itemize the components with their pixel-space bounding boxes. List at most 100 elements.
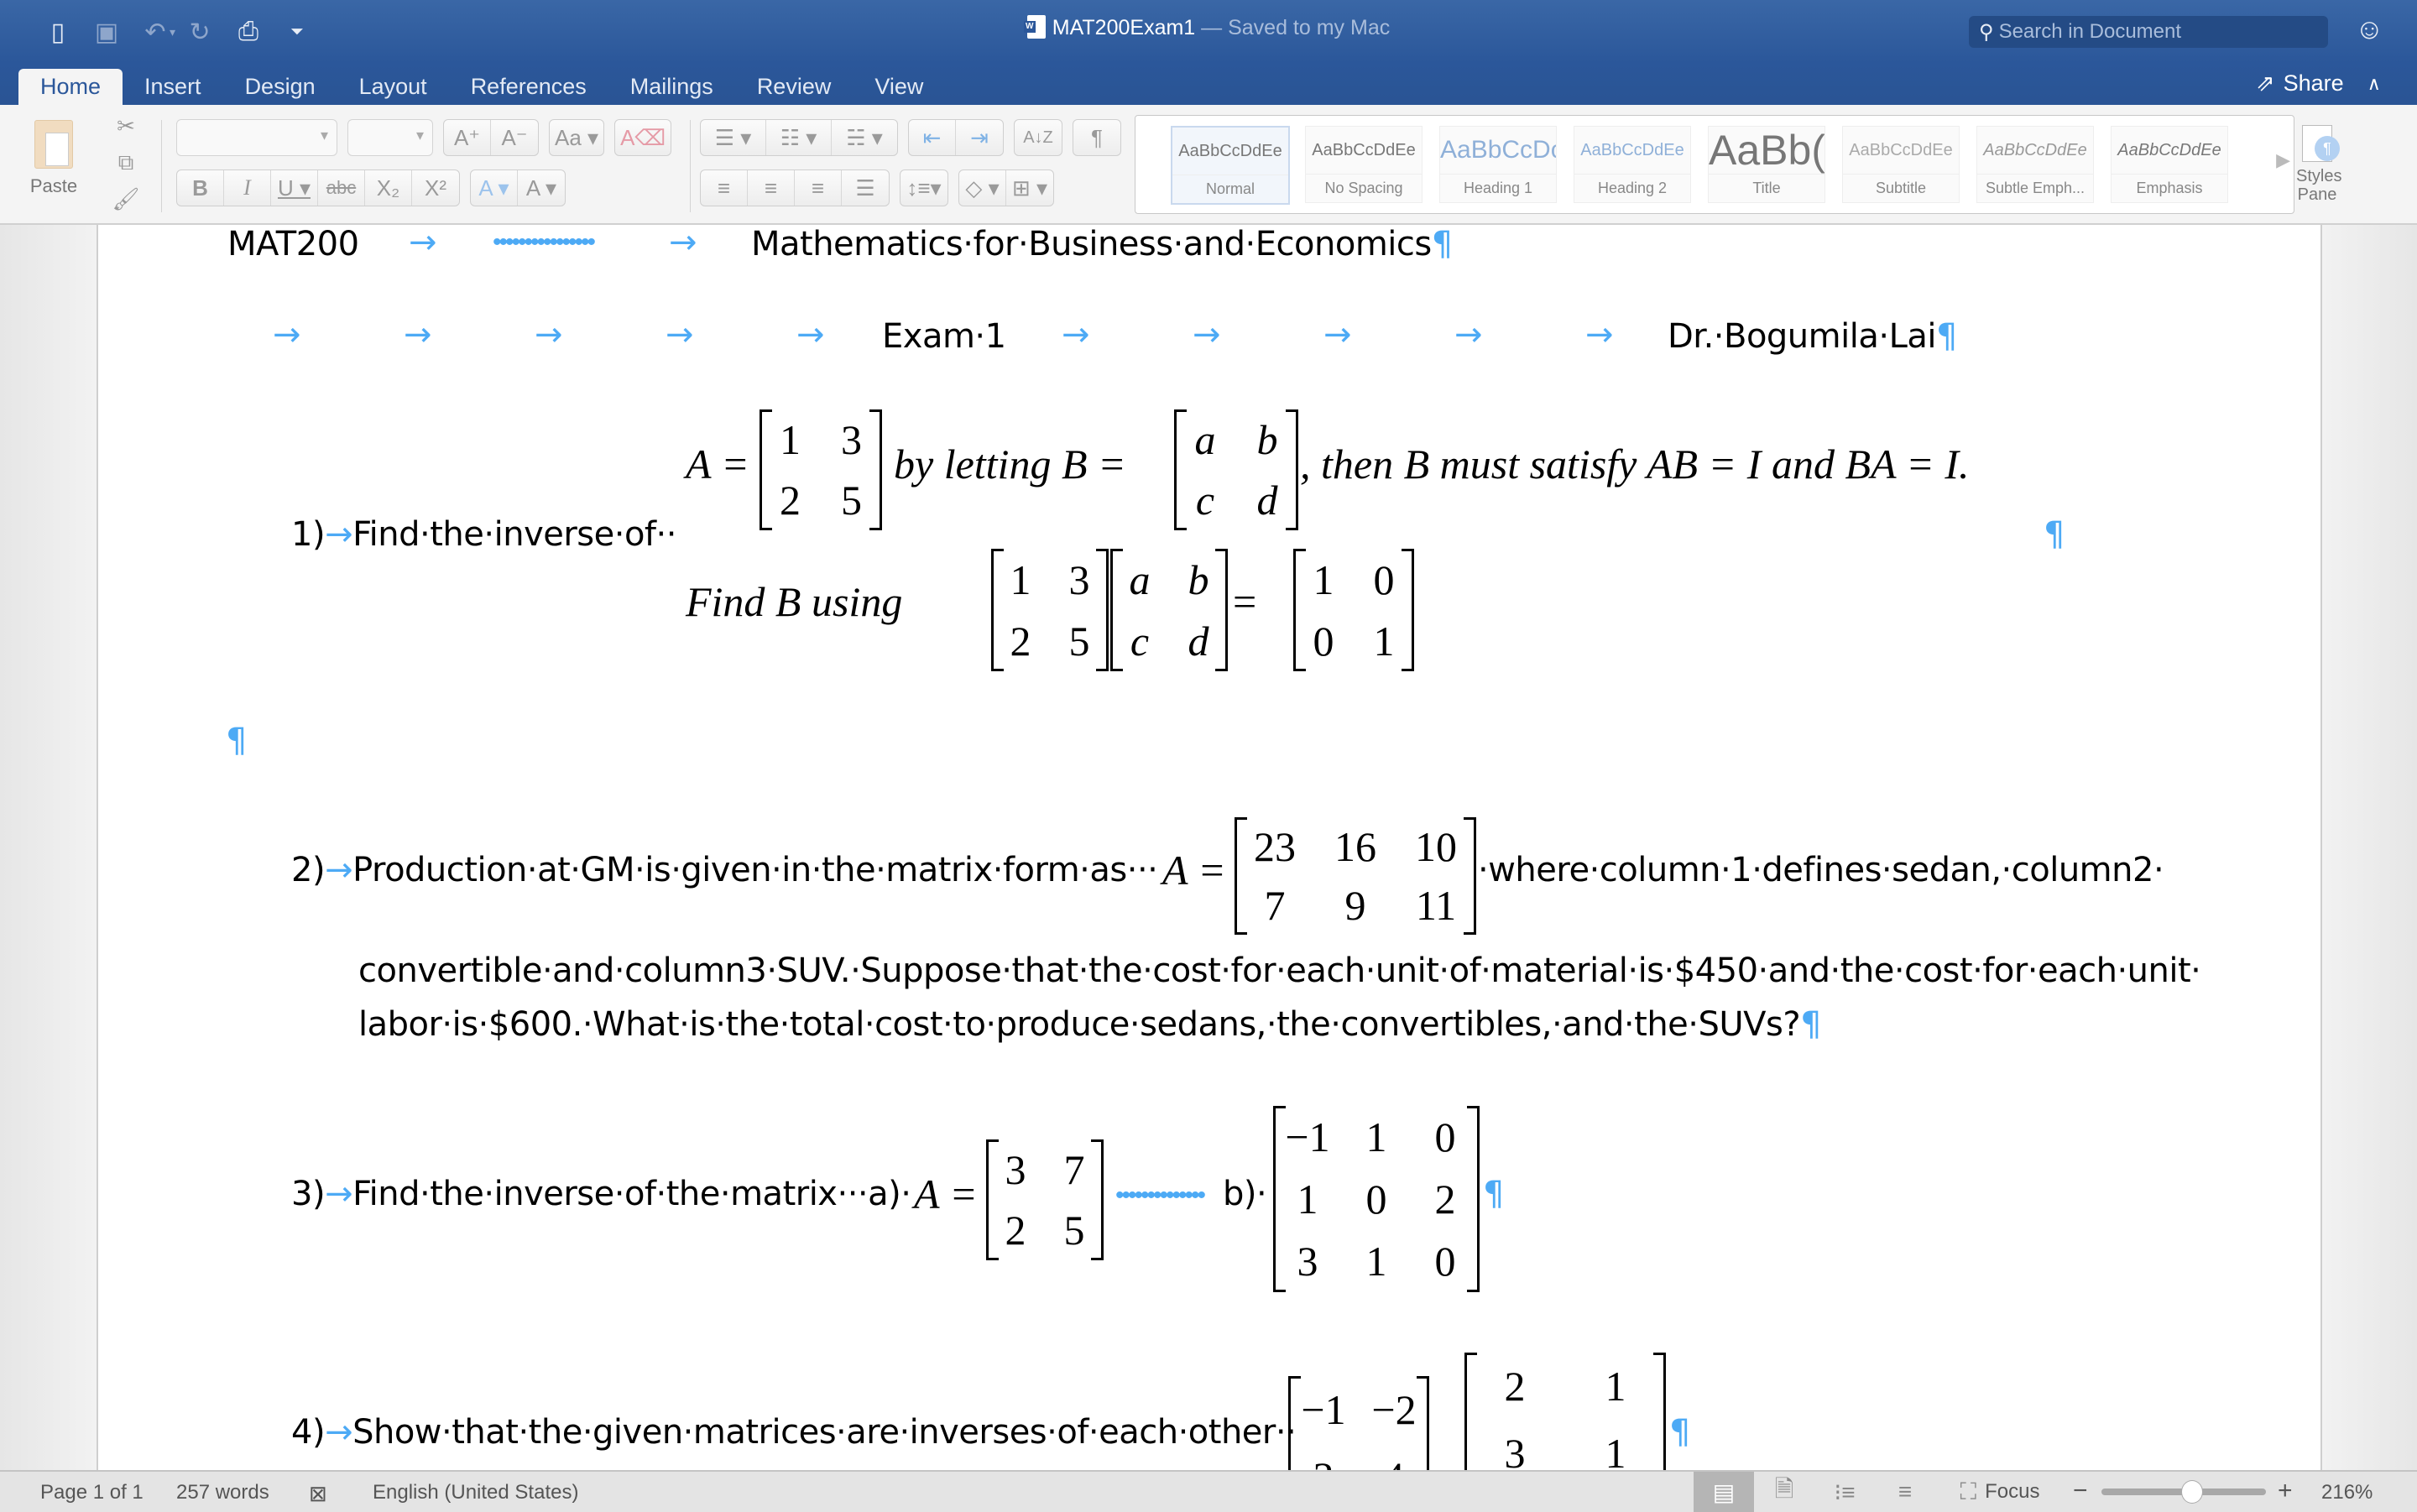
- matrix-cell: 3: [1288, 1443, 1359, 1470]
- tab-design[interactable]: Design: [223, 69, 337, 105]
- style-subtle-emphasis[interactable]: AaBbCcDdEe Subtle Emph...: [1976, 126, 2094, 203]
- paragraph-row-2: ≡ ≡ ≡ ☰ ↕≡▾ ◇ ▾ ⊞ ▾: [700, 169, 1054, 206]
- line-spacing-button[interactable]: ↕≡▾: [900, 169, 948, 206]
- style-subtitle[interactable]: AaBbCcDdEe Subtitle: [1842, 126, 1960, 203]
- font-name-combo[interactable]: [176, 119, 337, 156]
- web-layout-view-icon[interactable]: 🗎: [1754, 1472, 1814, 1512]
- q3-b-label: b)·: [1223, 1175, 1267, 1213]
- style-normal[interactable]: AaBbCcDdEe Normal: [1171, 126, 1290, 205]
- text-style-buttons: B I U ▾ abc X₂ X²: [176, 169, 460, 206]
- word-count[interactable]: 257 words: [176, 1481, 269, 1504]
- matrix-cell: −1: [1301, 1386, 1346, 1433]
- numbering-icon[interactable]: ☷ ▾: [766, 120, 832, 155]
- subscript-icon[interactable]: X₂: [365, 170, 412, 206]
- tab-layout[interactable]: Layout: [337, 69, 449, 105]
- print-layout-view-icon[interactable]: ▤: [1694, 1472, 1754, 1512]
- tab-mailings[interactable]: Mailings: [608, 69, 735, 105]
- styles-pane-button[interactable]: Styles Pane: [2296, 125, 2341, 204]
- search-icon: ⚲: [1979, 20, 1994, 44]
- style-sample: AaBbCcDc: [1440, 136, 1556, 164]
- search-in-document-input[interactable]: ⚲ Search in Document: [1969, 16, 2328, 48]
- style-emphasis[interactable]: AaBbCcDdEe Emphasis: [2111, 126, 2228, 203]
- borders-icon[interactable]: ⊞ ▾: [1006, 170, 1053, 206]
- italic-icon[interactable]: I: [224, 170, 271, 206]
- style-title[interactable]: AaBb( Title: [1708, 126, 1825, 203]
- q4-text: Show·that·the·given·matrices·are·inverse…: [352, 1413, 1297, 1452]
- tab-view[interactable]: View: [853, 69, 945, 105]
- cut-icon[interactable]: ✂: [117, 113, 135, 139]
- style-heading-1[interactable]: AaBbCcDc Heading 1: [1439, 126, 1557, 203]
- alignment-buttons: ≡ ≡ ≡ ☰: [700, 169, 890, 206]
- align-center-icon[interactable]: ≡: [748, 170, 795, 206]
- q4-label: 4)→Show·that·the·given·matrices·are·inve…: [291, 1413, 1297, 1452]
- paragraph-row-1: ☰ ▾ ☷ ▾ ☵ ▾ ⇤ ⇥ A↓Z ¶: [700, 119, 1121, 156]
- outline-view-icon[interactable]: ⁝≡: [1814, 1472, 1875, 1512]
- tab-insert[interactable]: Insert: [123, 69, 223, 105]
- matrix-cell: c: [1130, 617, 1150, 665]
- tab-mark: →: [1585, 315, 1614, 354]
- language[interactable]: English (United States): [373, 1481, 578, 1504]
- matrix-q1-a: 1325: [760, 409, 882, 530]
- matrix-cell: 1: [1010, 555, 1031, 603]
- align-left-icon[interactable]: ≡: [701, 170, 748, 206]
- grow-font-icon[interactable]: A⁺: [444, 120, 491, 155]
- zoom-level[interactable]: 216%: [2321, 1481, 2373, 1504]
- proofing-icon[interactable]: ⊠: [309, 1481, 327, 1507]
- collapse-ribbon-icon[interactable]: ∧: [2367, 73, 2381, 95]
- font-color-icon[interactable]: A ▾: [518, 170, 565, 206]
- show-formatting-button[interactable]: ¶: [1073, 119, 1121, 156]
- format-painter-icon[interactable]: 🖌: [112, 186, 139, 212]
- copy-icon[interactable]: ⧉: [118, 149, 134, 176]
- matrix-cell: 2: [1010, 617, 1031, 665]
- q2-number: 2): [291, 851, 326, 889]
- tab-references[interactable]: References: [449, 69, 608, 105]
- focus-icon: ⛶: [1960, 1478, 1977, 1504]
- underline-icon[interactable]: U ▾: [271, 170, 318, 206]
- bold-icon[interactable]: B: [177, 170, 224, 206]
- share-button[interactable]: ⇗ Share ∧: [2256, 70, 2381, 96]
- justify-icon[interactable]: ☰: [842, 170, 889, 206]
- align-right-icon[interactable]: ≡: [795, 170, 842, 206]
- course-title: Mathematics·for·Business·and·Economics¶: [751, 225, 1453, 263]
- tab-mark: →: [1323, 315, 1352, 354]
- tab-home[interactable]: Home: [18, 69, 123, 105]
- sort-button[interactable]: A↓Z: [1014, 119, 1062, 156]
- style-label: No Spacing: [1306, 174, 1422, 201]
- document-page[interactable]: MAT200 → •••••••••••••••• → Mathematics·…: [97, 225, 2322, 1470]
- font-size-combo[interactable]: [347, 119, 433, 156]
- paste-button[interactable]: Paste: [20, 115, 87, 197]
- feedback-smiley-icon[interactable]: ☺: [2355, 13, 2384, 46]
- clear-formatting-button[interactable]: A⌫: [614, 119, 672, 156]
- matrix-cell: 2: [1504, 1363, 1526, 1410]
- shrink-font-icon[interactable]: A⁻: [491, 120, 538, 155]
- tab-mark: →: [325, 1175, 353, 1213]
- style-sample: AaBbCcDdEe: [1312, 141, 1416, 159]
- zoom-in-button[interactable]: +: [2278, 1477, 2293, 1505]
- superscript-icon[interactable]: X²: [412, 170, 459, 206]
- text-effects-icon[interactable]: A ▾: [471, 170, 518, 206]
- multilevel-list-icon[interactable]: ☵ ▾: [832, 120, 897, 155]
- style-no-spacing[interactable]: AaBbCcDdEe No Spacing: [1305, 126, 1423, 203]
- q2-line-2: convertible·and·column3·SUV.·Suppose·tha…: [358, 952, 2201, 990]
- style-label: Normal: [1172, 175, 1288, 202]
- increase-indent-icon[interactable]: ⇥: [956, 120, 1003, 155]
- tab-review[interactable]: Review: [735, 69, 854, 105]
- decrease-indent-icon[interactable]: ⇤: [909, 120, 956, 155]
- matrix-cell: 5: [1063, 1207, 1085, 1254]
- doc-name: MAT200Exam1: [1052, 16, 1196, 39]
- zoom-out-button[interactable]: −: [2073, 1477, 2088, 1505]
- shading-icon[interactable]: ◇ ▾: [959, 170, 1006, 206]
- search-placeholder: Search in Document: [1998, 20, 2182, 43]
- focus-mode-button[interactable]: ⛶ Focus: [1945, 1472, 2054, 1512]
- course-code: MAT200: [227, 225, 359, 263]
- gallery-next-icon[interactable]: ▶: [2276, 149, 2290, 171]
- strikethrough-icon[interactable]: abc: [318, 170, 365, 206]
- space-marks: ••••••••••••••: [1115, 1181, 1206, 1209]
- style-heading-2[interactable]: AaBbCcDdEe Heading 2: [1574, 126, 1691, 203]
- draft-view-icon[interactable]: ≡: [1875, 1472, 1935, 1512]
- zoom-slider-thumb[interactable]: [2180, 1480, 2203, 1504]
- bullets-icon[interactable]: ☰ ▾: [701, 120, 766, 155]
- change-case-button[interactable]: Aa ▾: [549, 119, 605, 156]
- matrix-cell: 0: [1365, 1176, 1387, 1223]
- page-count[interactable]: Page 1 of 1: [40, 1481, 144, 1504]
